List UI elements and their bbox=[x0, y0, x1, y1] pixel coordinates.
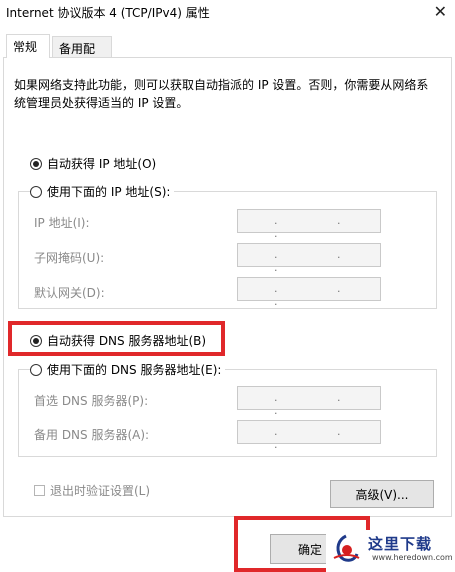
validate-on-exit-checkbox[interactable]: 退出时验证设置(L) bbox=[34, 482, 150, 499]
advanced-button[interactable]: 高级(V)... bbox=[330, 480, 434, 508]
ip-address-label: IP 地址(I): bbox=[34, 216, 90, 230]
watermark-logo: 这里下载 www.heredown.com bbox=[326, 530, 455, 572]
manual-ip-label: 使用下面的 IP 地址(S): bbox=[47, 185, 171, 199]
watermark-cn-text: 这里下载 bbox=[368, 535, 433, 553]
window-title: Internet 协议版本 4 (TCP/IPv4) 属性 bbox=[6, 6, 210, 20]
default-gateway-input[interactable]: . . . bbox=[237, 277, 381, 308]
subnet-mask-input[interactable]: . . . bbox=[237, 243, 381, 274]
tab-general[interactable]: 常规 bbox=[6, 34, 50, 58]
ip-address-input[interactable]: . . . bbox=[237, 209, 381, 240]
auto-ip-radio-dot bbox=[30, 157, 42, 170]
preferred-dns-label: 首选 DNS 服务器(P): bbox=[34, 394, 149, 408]
manual-dns-label: 使用下面的 DNS 服务器地址(E): bbox=[47, 363, 222, 377]
alternate-dns-label: 备用 DNS 服务器(A): bbox=[34, 428, 150, 442]
preferred-dns-value: . . . bbox=[274, 391, 369, 417]
auto-ip-label: 自动获得 IP 地址(O) bbox=[47, 157, 157, 171]
tab-general-label: 常规 bbox=[13, 40, 38, 54]
subnet-mask-value: . . . bbox=[274, 248, 369, 274]
alternate-dns-input[interactable]: . . . bbox=[237, 420, 381, 451]
close-icon[interactable]: ✕ bbox=[434, 2, 447, 21]
alternate-dns-value: . . . bbox=[274, 425, 369, 451]
tab-alternate-config[interactable]: 备用配置 bbox=[52, 36, 112, 73]
manual-dns-radio[interactable]: 使用下面的 DNS 服务器地址(E): bbox=[30, 361, 226, 378]
preferred-dns-input[interactable]: . . . bbox=[237, 386, 381, 417]
subnet-mask-label: 子网掩码(U): bbox=[34, 251, 105, 265]
auto-ip-radio[interactable]: 自动获得 IP 地址(O) bbox=[30, 155, 156, 172]
heredown-logo-icon bbox=[333, 534, 360, 562]
watermark-en-text: www.heredown.com bbox=[372, 553, 453, 562]
manual-ip-radio-dot bbox=[30, 185, 42, 198]
ip-address-value: . . . bbox=[274, 214, 369, 240]
default-gateway-label: 默认网关(D): bbox=[34, 286, 105, 300]
validate-on-exit-label: 退出时验证设置(L) bbox=[50, 484, 151, 498]
default-gateway-value: . . . bbox=[274, 282, 369, 308]
description-text: 如果网络支持此功能，则可以获取自动指派的 IP 设置。否则，你需要从网络系统管理… bbox=[14, 78, 429, 110]
title-bar: Internet 协议版本 4 (TCP/IPv4) 属性 ✕ bbox=[0, 0, 455, 30]
highlight-box-dns bbox=[8, 321, 225, 356]
manual-dns-radio-dot bbox=[30, 363, 42, 376]
validate-on-exit-box bbox=[34, 485, 45, 496]
manual-ip-radio[interactable]: 使用下面的 IP 地址(S): bbox=[30, 183, 175, 200]
